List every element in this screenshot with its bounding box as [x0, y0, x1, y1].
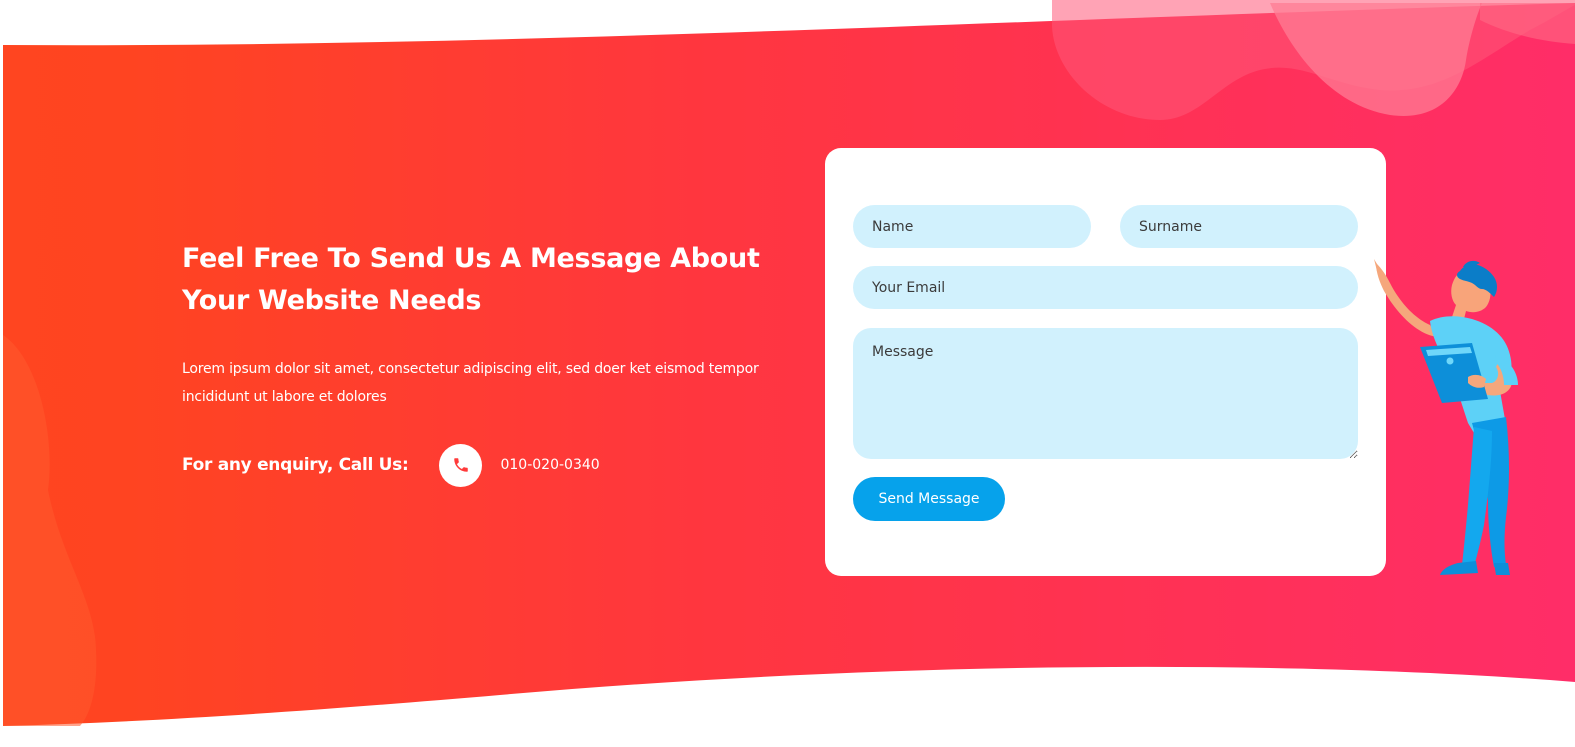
email-input[interactable]	[853, 266, 1358, 309]
phone-number[interactable]: 010-020-0340	[500, 457, 599, 473]
send-message-button[interactable]: Send Message	[853, 477, 1005, 521]
intro-text-line-2: incididunt ut labore et dolores	[182, 389, 387, 405]
enquiry-label: For any enquiry, Call Us:	[182, 455, 409, 475]
title-line-1: Feel Free To Send Us A Message About	[182, 243, 760, 274]
contact-section: Feel Free To Send Us A Message About You…	[0, 0, 1575, 747]
name-input[interactable]	[853, 205, 1091, 248]
intro-text-line-1: Lorem ipsum dolor sit amet, consectetur …	[182, 361, 759, 377]
title-line-2: Your Website Needs	[182, 285, 482, 316]
intro-text: Lorem ipsum dolor sit amet, consectetur …	[182, 355, 792, 411]
enquiry-row: For any enquiry, Call Us: 010-020-0340	[182, 443, 600, 487]
message-textarea[interactable]	[853, 328, 1358, 459]
surname-input[interactable]	[1120, 205, 1358, 248]
person-illustration	[1374, 259, 1518, 575]
contact-form: Send Message	[825, 148, 1386, 576]
phone-icon	[439, 443, 483, 487]
intro-block: Feel Free To Send Us A Message About You…	[182, 238, 792, 411]
page-title: Feel Free To Send Us A Message About You…	[182, 238, 792, 322]
